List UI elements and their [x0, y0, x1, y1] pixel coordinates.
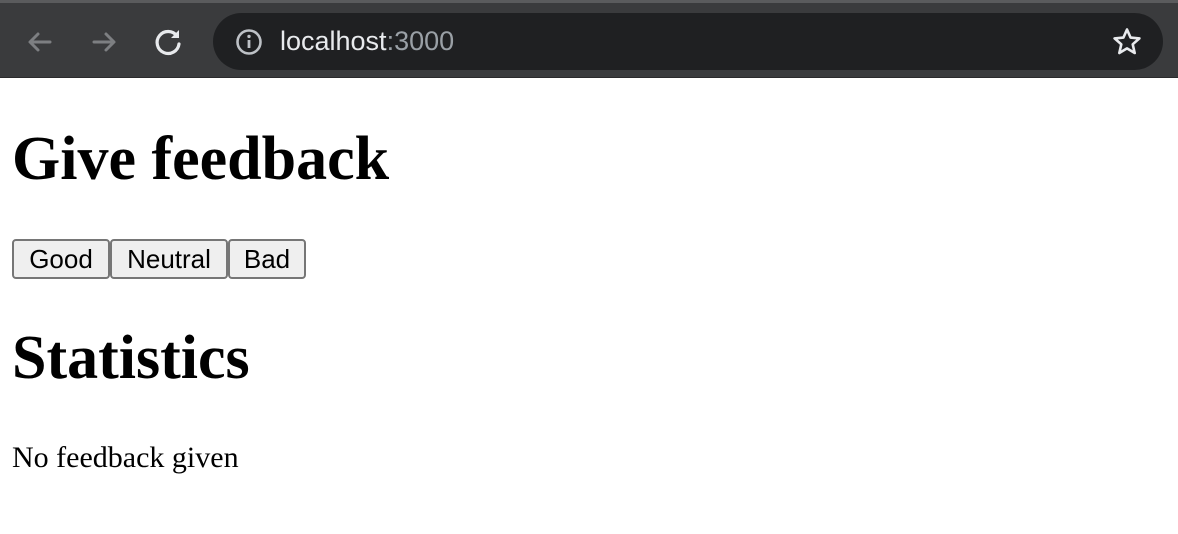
star-icon[interactable]	[1111, 26, 1143, 58]
neutral-button[interactable]: Neutral	[110, 239, 228, 279]
back-button[interactable]	[20, 22, 60, 62]
info-icon[interactable]	[235, 28, 263, 56]
page-title: Give feedback	[12, 125, 390, 193]
reload-icon	[155, 29, 181, 56]
back-arrow-icon	[28, 32, 52, 52]
bad-button[interactable]: Bad	[228, 239, 306, 279]
good-button[interactable]: Good	[12, 239, 110, 279]
statistics-title: Statistics	[12, 324, 250, 392]
feedback-buttons: Good Neutral Bad	[12, 239, 306, 279]
address-bar[interactable]: localhost:3000	[213, 13, 1163, 70]
browser-toolbar: localhost:3000	[0, 0, 1178, 78]
page-content: Give feedback Good Neutral Bad Statistic…	[0, 78, 1178, 534]
reload-button[interactable]	[148, 22, 188, 62]
statistics-text: No feedback given	[12, 441, 239, 474]
url-host: localhost	[280, 26, 387, 56]
forward-arrow-icon	[92, 32, 116, 52]
url-text[interactable]: localhost:3000	[280, 25, 454, 57]
url-port: :3000	[386, 26, 455, 56]
forward-button[interactable]	[84, 22, 124, 62]
